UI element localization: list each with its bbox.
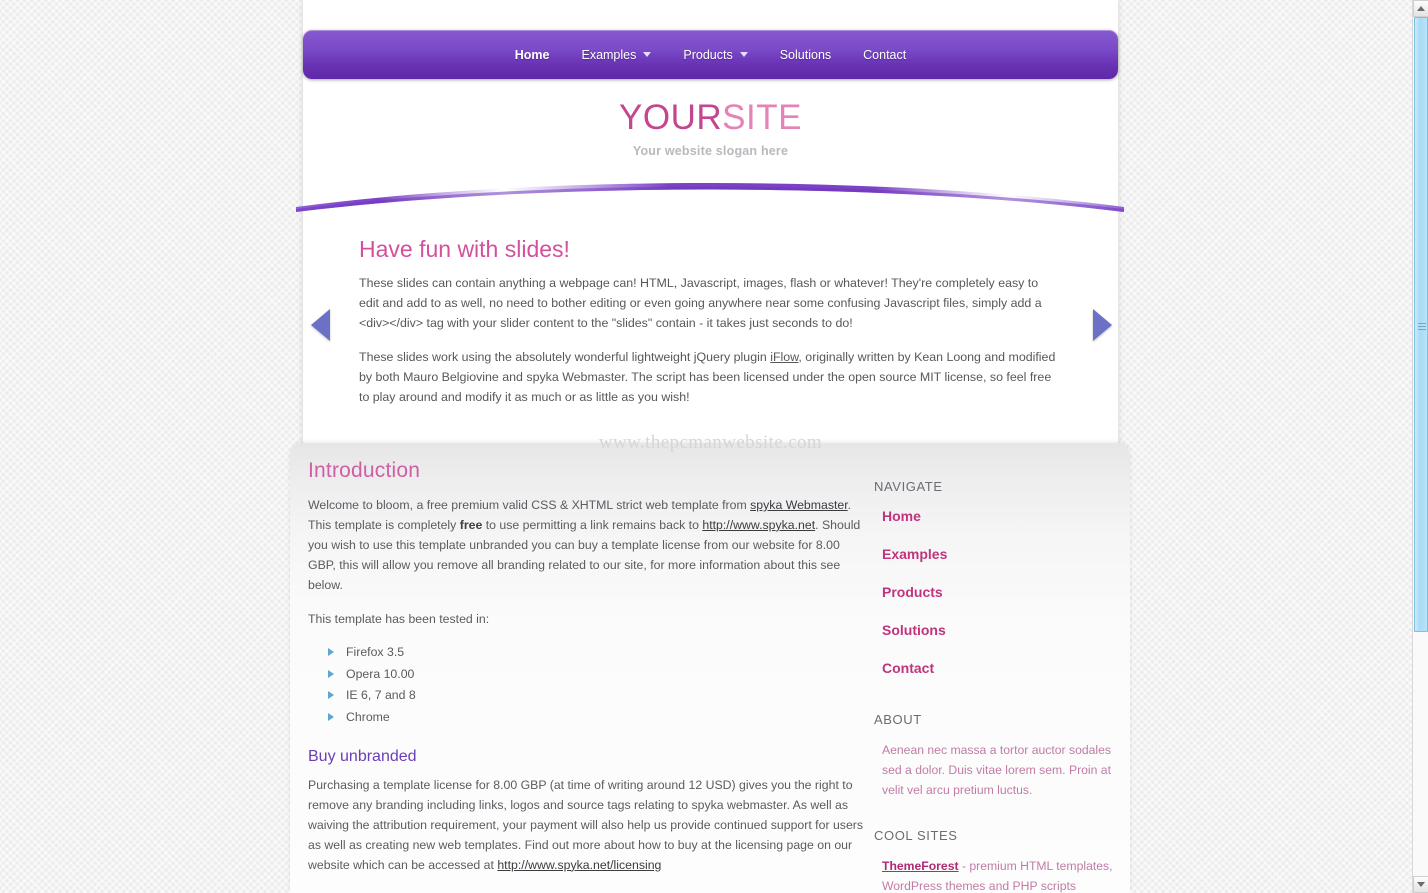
buy-unbranded-heading: Buy unbranded bbox=[308, 748, 417, 766]
nav-label-products: Products bbox=[683, 47, 733, 62]
spyka-webmaster-link[interactable]: spyka Webmaster bbox=[750, 498, 848, 512]
list-item: Solutions bbox=[882, 622, 1114, 640]
sidebar-item-home[interactable]: Home bbox=[882, 508, 921, 524]
scrollbar-down-button[interactable] bbox=[1413, 876, 1428, 893]
scrollbar-up-button[interactable] bbox=[1413, 0, 1428, 17]
nav-label-solutions: Solutions bbox=[779, 47, 832, 62]
content-panel: Introduction Welcome to bloom, a free pr… bbox=[290, 443, 1130, 893]
sidebar-item-examples[interactable]: Examples bbox=[882, 546, 947, 562]
introduction-paragraph: Welcome to bloom, a free premium valid C… bbox=[308, 496, 868, 596]
main-content-column: Introduction Welcome to bloom, a free pr… bbox=[308, 459, 868, 893]
nav-item-products[interactable]: Products bbox=[667, 48, 763, 62]
logo-text-first: YOUR bbox=[619, 98, 723, 137]
site-slogan: Your website slogan here bbox=[632, 144, 789, 158]
sidebar-navigate-heading: NAVIGATE bbox=[874, 479, 943, 494]
sidebar-about-heading: ABOUT bbox=[874, 712, 922, 727]
list-item: Chrome bbox=[328, 708, 868, 726]
page-canvas: Home Examples Products Solutions Contact bbox=[0, 0, 1412, 893]
nav-item-examples[interactable]: Examples bbox=[565, 48, 667, 62]
watermark-text: www.thepcmanwebsite.com bbox=[598, 432, 823, 453]
intro-text-bold: free bbox=[459, 517, 483, 532]
slide-title: Have fun with slides! bbox=[359, 236, 570, 262]
spyka-net-link[interactable]: http://www.spyka.net bbox=[702, 518, 815, 532]
chevron-down-icon bbox=[739, 52, 748, 57]
site-wrapper: Home Examples Products Solutions Contact bbox=[290, 0, 1130, 893]
nav-label-home: Home bbox=[514, 47, 550, 62]
site-logo[interactable]: YOURSITE bbox=[303, 100, 1118, 135]
licensing-link[interactable]: http://www.spyka.net/licensing bbox=[497, 858, 661, 872]
nav-label-contact: Contact bbox=[863, 47, 907, 62]
chevron-down-icon bbox=[643, 52, 652, 57]
list-item: Opera 10.00 bbox=[328, 665, 868, 683]
header-swoosh-divider bbox=[296, 183, 1124, 212]
list-item: Contact bbox=[882, 660, 1114, 678]
slide-body: These slides can contain anything a webp… bbox=[359, 273, 1059, 422]
list-item: Firefox 3.5 bbox=[328, 643, 868, 661]
nav-item-solutions[interactable]: Solutions bbox=[764, 48, 847, 62]
list-item: IE 6, 7 and 8 bbox=[328, 686, 868, 704]
triangle-down-icon bbox=[1417, 882, 1425, 887]
sidebar-item-contact[interactable]: Contact bbox=[882, 660, 934, 676]
triangle-up-icon bbox=[1417, 6, 1425, 11]
intro-text-a: Welcome to bloom, a free premium valid C… bbox=[308, 498, 751, 512]
nav-label-examples: Examples bbox=[581, 47, 637, 62]
sidebar-nav-list: Home Examples Products Solutions Contact bbox=[882, 508, 1114, 678]
list-item: Products bbox=[882, 584, 1114, 602]
buy-unbranded-paragraph: Purchasing a template license for 8.00 G… bbox=[308, 776, 868, 876]
feature-slider: Have fun with slides! These slides can c… bbox=[303, 225, 1118, 425]
main-navigation-bar: Home Examples Products Solutions Contact bbox=[303, 30, 1118, 79]
themeforest-link[interactable]: ThemeForest bbox=[882, 859, 959, 873]
list-item: Home bbox=[882, 508, 1114, 526]
intro-text-c: to use permitting a link remains back to bbox=[482, 517, 703, 532]
sidebar-item-solutions[interactable]: Solutions bbox=[882, 622, 946, 638]
slide-paragraph-1: These slides can contain anything a webp… bbox=[359, 276, 1042, 331]
tested-in-label: This template has been tested in: bbox=[308, 611, 490, 626]
sidebar-cool-sites-heading: COOL SITES bbox=[874, 828, 958, 844]
site-branding: YOURSITE Your website slogan here bbox=[303, 100, 1118, 158]
sidebar-about-text: Aenean nec massa a tortor auctor sodales… bbox=[882, 743, 1111, 797]
logo-text-second: SITE bbox=[722, 98, 802, 137]
slide-paragraph-2: These slides work using the absolutely w… bbox=[359, 347, 1059, 407]
scrollbar-grip-icon bbox=[1418, 323, 1426, 330]
sidebar-cool-sites-text: ThemeForest - premium HTML templates, Wo… bbox=[882, 857, 1114, 893]
introduction-heading: Introduction bbox=[308, 459, 421, 482]
scrollbar-thumb[interactable] bbox=[1414, 17, 1428, 632]
list-item: Examples bbox=[882, 546, 1114, 564]
sidebar-item-products[interactable]: Products bbox=[882, 584, 943, 600]
sidebar-column: NAVIGATE Home Examples Products Solution… bbox=[874, 479, 1114, 893]
iflow-link[interactable]: iFlow bbox=[770, 350, 798, 364]
slider-next-arrow-icon[interactable] bbox=[1093, 309, 1112, 341]
sidebar-cool-sites-block: COOL SITES ThemeForest - premium HTML te… bbox=[874, 828, 1114, 893]
nav-item-contact[interactable]: Contact bbox=[847, 48, 922, 62]
slider-prev-arrow-icon[interactable] bbox=[311, 309, 330, 341]
vertical-scrollbar[interactable] bbox=[1412, 0, 1428, 893]
sidebar-about-block: ABOUT Aenean nec massa a tortor auctor s… bbox=[874, 712, 1114, 800]
browser-list: Firefox 3.5 Opera 10.00 IE 6, 7 and 8 Ch… bbox=[328, 643, 868, 726]
nav-item-home[interactable]: Home bbox=[499, 48, 566, 62]
nav-list: Home Examples Products Solutions Contact bbox=[499, 48, 923, 62]
scrollbar-track[interactable] bbox=[1413, 17, 1428, 876]
slide-p2-before: These slides work using the absolutely w… bbox=[359, 350, 771, 365]
